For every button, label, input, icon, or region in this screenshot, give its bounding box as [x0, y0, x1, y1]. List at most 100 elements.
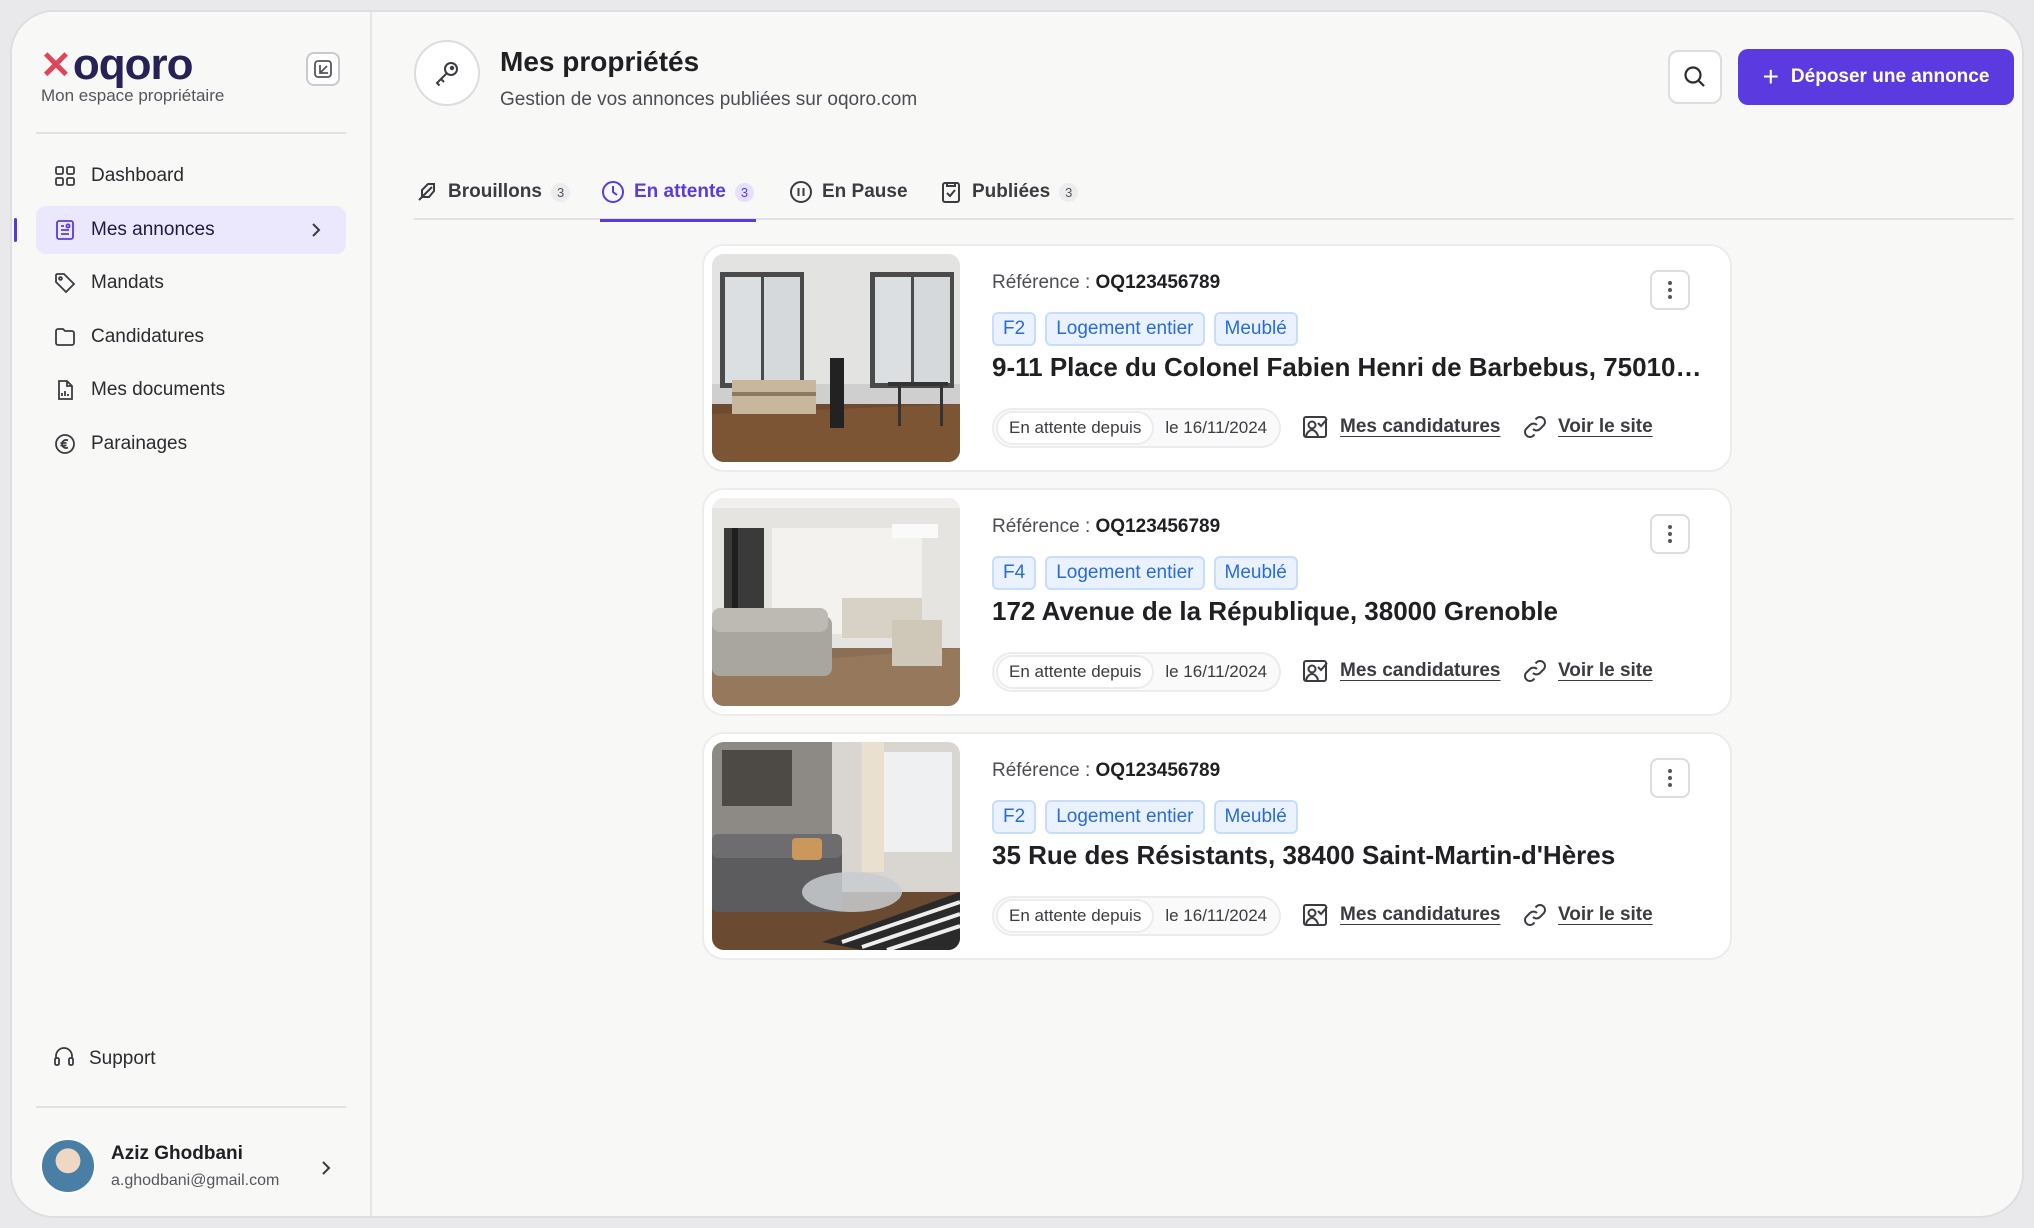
- reference-label: Référence :: [992, 516, 1091, 537]
- avatar: [40, 1138, 96, 1194]
- more-vertical-icon: [1668, 281, 1672, 299]
- search-button[interactable]: [1668, 50, 1722, 104]
- user-menu[interactable]: Aziz Ghodbani a.ghodbani@gmail.com: [40, 1136, 350, 1196]
- folder-icon: [52, 324, 78, 350]
- sidebar-item-mes-annonces[interactable]: Mes annonces: [14, 205, 346, 254]
- tab-label: En attente: [634, 181, 726, 202]
- tab-count-badge: 3: [550, 182, 571, 202]
- status-date: le 16/11/2024: [1165, 906, 1268, 925]
- tab-bar: Brouillons 3 En attente 3 En Pause Publi…: [414, 164, 2014, 222]
- listing-address[interactable]: 9-11 Place du Colonel Fabien Henri de Ba…: [992, 352, 1708, 383]
- sidebar-nav: Dashboard Mes annonces Mandats Candidatu…: [14, 152, 346, 474]
- post-listing-button[interactable]: + Déposer une annonce: [1738, 49, 2014, 105]
- tag-type: F2: [992, 312, 1037, 346]
- grid-icon: [52, 163, 78, 189]
- tag-housing: Logement entier: [1045, 556, 1205, 590]
- chevron-right-icon: [322, 1161, 331, 1175]
- tag-type: F4: [992, 556, 1037, 590]
- status-badge: En attente depuis le 16/11/2024: [992, 896, 1282, 936]
- tag-type: F2: [992, 800, 1037, 834]
- sidebar: ✕ oqoro Mon espace propriétaire Dashboar…: [12, 12, 372, 1216]
- sidebar-item-label: Dashboard: [91, 165, 184, 186]
- key-icon: [414, 40, 480, 106]
- main-content: Mes propriétés Gestion de vos annonces p…: [374, 12, 2022, 1216]
- status-date: le 16/11/2024: [1165, 418, 1268, 437]
- view-site-link[interactable]: Voir le site: [1522, 658, 1653, 684]
- tab-count-badge: 3: [1059, 182, 1079, 202]
- link-icon: [1522, 658, 1548, 684]
- view-site-link[interactable]: Voir le site: [1522, 902, 1653, 928]
- sidebar-item-mandats[interactable]: Mandats: [36, 259, 346, 307]
- tab-label: Publiées: [972, 181, 1051, 202]
- listing-tags: F2 Logement entier Meublé: [992, 312, 1307, 346]
- tab-en-attente[interactable]: En attente 3: [600, 164, 757, 222]
- tag-furnished: Meublé: [1213, 312, 1298, 346]
- link-icon: [1522, 902, 1548, 928]
- status-date: le 16/11/2024: [1165, 662, 1268, 681]
- brand-subtitle: Mon espace propriétaire: [41, 86, 225, 105]
- document-chart-icon: [52, 377, 78, 403]
- link-icon: [1522, 414, 1548, 440]
- sidebar-item-mes-documents[interactable]: Mes documents: [36, 366, 346, 414]
- more-options-button[interactable]: [1650, 758, 1690, 798]
- listing-list: Référence : OQ123456789 F2 Logement enti…: [702, 244, 1732, 976]
- logo-mark: ✕: [40, 44, 72, 87]
- user-check-icon: [1302, 414, 1330, 440]
- listing-reference: Référence : OQ123456789: [992, 272, 1220, 294]
- tag-icon: [52, 270, 78, 296]
- plus-icon: +: [1762, 61, 1779, 92]
- tab-publiees[interactable]: Publiées 3: [938, 164, 1079, 220]
- support-link[interactable]: Support: [52, 1044, 156, 1074]
- sidebar-item-parainages[interactable]: Parainages: [36, 420, 346, 468]
- feather-icon: [414, 179, 440, 205]
- post-listing-label: Déposer une annonce: [1790, 66, 1990, 87]
- sidebar-item-dashboard[interactable]: Dashboard: [36, 152, 346, 200]
- more-options-button[interactable]: [1650, 514, 1690, 554]
- more-options-button[interactable]: [1650, 270, 1690, 310]
- listing-tags: F4 Logement entier Meublé: [992, 556, 1307, 590]
- brand-name: oqoro: [72, 40, 194, 89]
- view-site-label: Voir le site: [1558, 416, 1653, 437]
- reference-label: Référence :: [992, 272, 1091, 293]
- sidebar-item-label: Mes annonces: [91, 218, 215, 240]
- listing-card[interactable]: Référence : OQ123456789 F4 Logement enti…: [702, 488, 1732, 716]
- candidatures-link[interactable]: Mes candidatures: [1302, 902, 1501, 928]
- euro-icon: [52, 431, 78, 457]
- tab-brouillons[interactable]: Brouillons 3: [414, 164, 571, 220]
- listing-reference: Référence : OQ123456789: [992, 760, 1220, 782]
- listing-address[interactable]: 35 Rue des Résistants, 38400 Saint-Marti…: [992, 840, 1708, 871]
- status-label: En attente depuis: [996, 655, 1155, 689]
- chevron-right-icon: [312, 222, 321, 237]
- collapse-sidebar-button[interactable]: [306, 52, 340, 86]
- sidebar-item-label: Mandats: [91, 272, 164, 294]
- user-email: a.ghodbani@gmail.com: [111, 1171, 280, 1189]
- clock-icon: [600, 179, 626, 205]
- tab-en-pause[interactable]: En Pause: [788, 164, 908, 220]
- user-check-icon: [1302, 902, 1330, 928]
- sidebar-item-label: Parainages: [91, 432, 188, 454]
- view-site-label: Voir le site: [1558, 904, 1653, 925]
- sidebar-item-label: Mes documents: [91, 379, 226, 401]
- candidatures-link[interactable]: Mes candidatures: [1302, 414, 1501, 440]
- more-vertical-icon: [1668, 525, 1672, 543]
- listing-address[interactable]: 172 Avenue de la République, 38000 Greno…: [992, 596, 1708, 627]
- tab-count-badge: 3: [734, 182, 755, 202]
- app-window: ✕ oqoro Mon espace propriétaire Dashboar…: [10, 10, 2024, 1218]
- headset-icon: [52, 1044, 76, 1074]
- tag-housing: Logement entier: [1045, 800, 1205, 834]
- status-badge: En attente depuis le 16/11/2024: [992, 652, 1282, 692]
- view-site-link[interactable]: Voir le site: [1522, 414, 1653, 440]
- tag-furnished: Meublé: [1213, 556, 1298, 590]
- sidebar-item-candidatures[interactable]: Candidatures: [36, 313, 346, 361]
- support-label: Support: [89, 1048, 156, 1069]
- tag-furnished: Meublé: [1213, 800, 1298, 834]
- listing-card[interactable]: Référence : OQ123456789 F2 Logement enti…: [702, 732, 1732, 960]
- listing-photo: [712, 742, 960, 950]
- sidebar-divider: [36, 132, 346, 134]
- listing-card[interactable]: Référence : OQ123456789 F2 Logement enti…: [702, 244, 1732, 472]
- listing-tags: F2 Logement entier Meublé: [992, 800, 1307, 834]
- sidebar-item-label: Candidatures: [91, 325, 205, 347]
- page-title: Mes propriétés: [500, 46, 700, 77]
- candidatures-link[interactable]: Mes candidatures: [1302, 658, 1501, 684]
- search-icon: [1684, 66, 1705, 87]
